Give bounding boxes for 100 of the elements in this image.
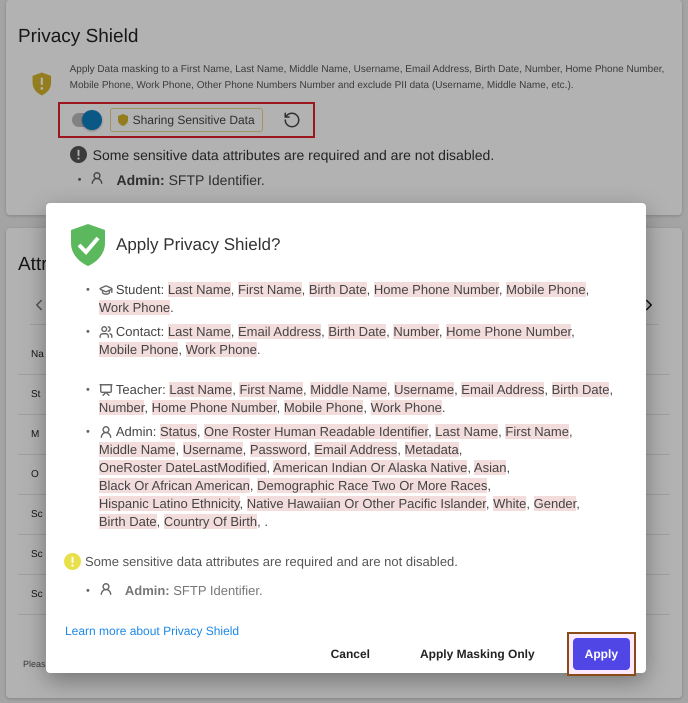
role-label: Contact: xyxy=(116,324,164,339)
table-cell: Sc xyxy=(31,509,43,520)
masked-field: Birth Date xyxy=(328,324,386,339)
shield-check-icon xyxy=(70,223,106,267)
separator-text: , xyxy=(240,496,244,511)
alert-icon xyxy=(64,553,81,570)
masked-field: Mobile Phone xyxy=(98,342,178,357)
warning-text: Some sensitive data attributes are required and are not disabled. xyxy=(92,146,494,162)
separator-text: , xyxy=(144,400,150,415)
separator-text: , xyxy=(303,382,308,397)
separator-text: , xyxy=(232,382,237,397)
person-icon xyxy=(98,582,113,596)
table-cell: Sc xyxy=(31,549,43,560)
ending-text: . xyxy=(442,400,446,415)
masked-field: Metadata xyxy=(404,442,459,457)
separator-text: , xyxy=(156,514,162,529)
presentation-icon xyxy=(98,383,113,397)
masked-field: Last Name xyxy=(435,424,498,439)
masked-field: Middle Name xyxy=(310,382,387,397)
separator-text: , xyxy=(242,442,248,457)
bullet: • xyxy=(86,425,90,440)
person-icon xyxy=(90,171,104,185)
masked-field: Asian xyxy=(474,460,506,475)
dialog-title: Apply Privacy Shield? xyxy=(116,235,280,255)
separator-text: , xyxy=(175,442,180,457)
separator-text: , xyxy=(467,460,472,475)
separator-text: , xyxy=(458,442,462,457)
separator-text: , xyxy=(544,382,550,397)
table-cell: M xyxy=(31,429,40,440)
required-text: Admin: SFTP Identifier. xyxy=(116,171,266,189)
separator-text: , xyxy=(306,442,312,457)
separator-text: , xyxy=(586,282,590,297)
separator-text: , xyxy=(498,282,504,297)
ending-text: . xyxy=(256,342,261,357)
masked-field: Email Address xyxy=(238,324,322,339)
separator-text: , xyxy=(486,496,491,511)
separator-text: , xyxy=(321,324,326,339)
masked-field: Work Phone xyxy=(186,342,257,357)
masked-field: Work Phone xyxy=(98,300,170,315)
separator-text: , xyxy=(276,400,282,415)
masked-field: Home Phone Number xyxy=(374,282,499,297)
separator-text: , xyxy=(386,324,391,339)
masked-field: Home Phone Number xyxy=(152,400,277,415)
table-cell: St xyxy=(31,389,40,400)
masked-field: First Name xyxy=(239,382,304,397)
bullet: • xyxy=(78,173,82,188)
toggle-switch[interactable] xyxy=(72,113,100,127)
required-text: Admin: SFTP Identifier. xyxy=(124,582,264,600)
masked-field: Middle Name xyxy=(98,442,176,457)
people-icon xyxy=(98,325,113,339)
role-label: Student: xyxy=(116,282,164,297)
learn-more-link[interactable]: Learn more about Privacy Shield xyxy=(65,624,240,638)
masked-field: Birth Date xyxy=(552,382,610,397)
separator-text: , xyxy=(568,424,573,439)
masked-field: Native Hawaiian Or Other Pacific Islander xyxy=(246,496,486,511)
ending-text: . xyxy=(170,300,174,315)
separator-text: , xyxy=(363,400,368,415)
masked-field: Home Phone Number xyxy=(446,324,572,339)
masked-field: Last Name xyxy=(169,382,232,397)
separator-text: , xyxy=(386,382,392,397)
table-cell: Sc xyxy=(31,589,43,600)
masked-field: Work Phone xyxy=(370,400,442,415)
masked-field: Status xyxy=(160,424,197,439)
table-cell: Na xyxy=(31,349,44,360)
masked-field: Password xyxy=(250,442,307,457)
separator-text: , xyxy=(428,424,433,439)
separator-text: , xyxy=(250,478,254,493)
separator-text: , xyxy=(178,342,183,357)
masked-field: Birth Date xyxy=(98,514,157,529)
dialog-button[interactable]: Cancel xyxy=(318,638,382,670)
chip-label: Sharing Sensitive Data xyxy=(132,113,255,127)
alert-icon xyxy=(70,146,87,163)
bullet: • xyxy=(86,383,90,398)
masked-field: Gender xyxy=(534,496,576,511)
separator-text: , xyxy=(609,382,614,397)
masked-field: Last Name xyxy=(168,324,231,339)
masked-field: American Indian Or Alaska Native xyxy=(273,460,468,475)
reset-icon[interactable] xyxy=(282,111,301,129)
masked-field: Birth Date xyxy=(308,282,367,297)
masked-field: White xyxy=(493,496,526,511)
separator-text: , xyxy=(498,424,503,439)
separator-text: , xyxy=(302,282,306,297)
separator-text: , xyxy=(230,324,236,339)
masked-field: OneRoster DateLastModified xyxy=(98,460,267,475)
separator-text: , xyxy=(506,460,510,475)
masked-field: Email Address xyxy=(314,442,398,457)
masked-field: Black Or African American xyxy=(98,478,250,493)
footer-text: Pleas xyxy=(23,659,46,669)
separator-text: , xyxy=(196,424,202,439)
section-title: Privacy Shield xyxy=(18,26,140,48)
masked-field: First Name xyxy=(505,424,569,439)
shield-icon xyxy=(118,114,128,126)
masked-field: Mobile Phone xyxy=(506,282,586,297)
masked-field: Email Address xyxy=(461,382,544,397)
dialog-button[interactable]: Apply Masking Only xyxy=(408,638,547,670)
masked-field: Mobile Phone xyxy=(284,400,364,415)
separator-text: , xyxy=(397,442,402,457)
masked-field: First Name xyxy=(238,282,302,297)
ending-text: , . xyxy=(257,514,268,529)
apply-button[interactable]: Apply xyxy=(572,638,630,670)
